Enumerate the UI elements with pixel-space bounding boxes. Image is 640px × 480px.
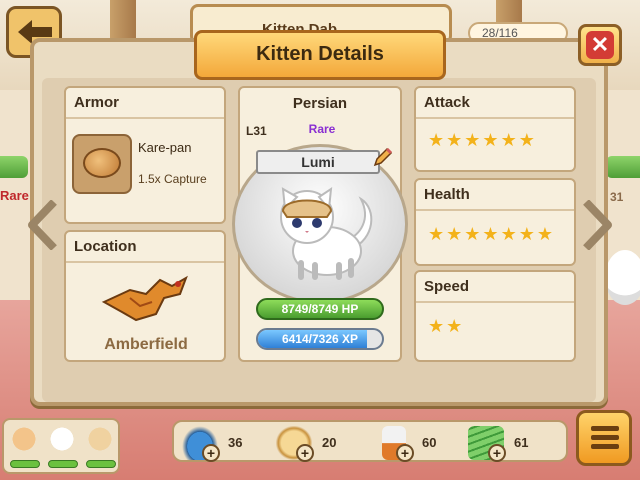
- star-icon: ★: [500, 224, 519, 244]
- attack-stars: ★★★★★★: [428, 130, 537, 151]
- attack-card: Attack ★★★★★★: [414, 86, 576, 172]
- side-level-label: 31: [610, 190, 624, 204]
- bread-count: 20: [322, 435, 337, 450]
- menu-button[interactable]: [576, 410, 632, 466]
- kitten-portrait-card: Persian L31 Rare Lumi 8749/8749 HP 6414/…: [232, 86, 408, 362]
- team-cat-3[interactable]: [86, 424, 114, 454]
- team-panel[interactable]: [2, 418, 120, 474]
- side-hp-bar-left: [0, 156, 28, 178]
- team-cat-1[interactable]: [10, 424, 38, 454]
- close-icon: ✕: [586, 31, 614, 59]
- side-rarity-label: Rare: [0, 188, 29, 203]
- bread-icon: [83, 148, 121, 178]
- armor-bonus: 1.5x Capture: [138, 172, 207, 186]
- next-kitten-arrow[interactable]: [582, 200, 612, 250]
- milk-count: 60: [422, 435, 437, 450]
- persian-cat-image: [280, 186, 373, 280]
- health-header: Health: [416, 180, 574, 211]
- speed-header: Speed: [416, 272, 574, 303]
- star-icon: ★: [428, 224, 447, 244]
- speed-card: Speed ★★: [414, 270, 576, 362]
- star-icon: ★: [518, 224, 537, 244]
- star-icon: ★: [446, 130, 465, 150]
- armor-name: Kare-pan: [138, 140, 192, 155]
- cash-count: 61: [514, 435, 529, 450]
- star-icon: ★: [518, 130, 537, 150]
- team-cat-2-hp: [48, 460, 78, 468]
- star-icon: ★: [428, 316, 447, 336]
- menu-line: [591, 435, 619, 440]
- dialog-title: Kitten Details: [194, 30, 446, 80]
- side-cat-portrait: [605, 250, 640, 305]
- star-icon: ★: [482, 224, 501, 244]
- add-icon: +: [396, 444, 414, 462]
- kitten-name: Lumi: [256, 150, 380, 174]
- edit-name-pencil-icon[interactable]: [372, 146, 394, 168]
- location-header: Location: [66, 232, 224, 263]
- speed-stars: ★★: [428, 316, 464, 337]
- health-card: Health ★★★★★★★: [414, 178, 576, 266]
- armor-card: Armor Kare-pan 1.5x Capture: [64, 86, 226, 224]
- star-icon: ★: [464, 224, 483, 244]
- side-hp-bar-right: [606, 156, 640, 178]
- add-icon: +: [296, 444, 314, 462]
- kitten-breed: Persian: [292, 95, 348, 112]
- team-cat-3-hp: [86, 460, 116, 468]
- star-icon: ★: [446, 316, 465, 336]
- health-stars: ★★★★★★★: [428, 224, 555, 245]
- previous-kitten-arrow[interactable]: [28, 200, 58, 250]
- dragon-island-icon: [101, 275, 188, 322]
- star-icon: ★: [500, 130, 519, 150]
- cat-food-count: 36: [228, 435, 243, 450]
- star-icon: ★: [464, 130, 483, 150]
- kitten-rarity: Rare: [308, 122, 336, 136]
- armor-header: Armor: [66, 88, 224, 119]
- resource-bar: + 36 + 20 + 60 + 61: [172, 420, 568, 462]
- star-icon: ★: [446, 224, 465, 244]
- hp-bar: 8749/8749 HP: [256, 298, 384, 320]
- armor-slot[interactable]: [72, 134, 132, 194]
- menu-line: [591, 444, 619, 449]
- location-card: Location Amberfield: [64, 230, 226, 362]
- add-icon: +: [202, 444, 220, 462]
- star-icon: ★: [536, 224, 555, 244]
- star-icon: ★: [482, 130, 501, 150]
- star-icon: ★: [428, 130, 447, 150]
- team-cat-1-hp: [10, 460, 40, 468]
- xp-bar: 6414/7326 XP: [256, 328, 384, 350]
- menu-line: [591, 426, 619, 431]
- location-name: Amberfield: [104, 336, 188, 353]
- team-cat-2[interactable]: [48, 424, 76, 454]
- close-button[interactable]: ✕: [578, 24, 622, 66]
- add-icon: +: [488, 444, 506, 462]
- attack-header: Attack: [416, 88, 574, 119]
- xp-text: 6414/7326 XP: [281, 332, 359, 346]
